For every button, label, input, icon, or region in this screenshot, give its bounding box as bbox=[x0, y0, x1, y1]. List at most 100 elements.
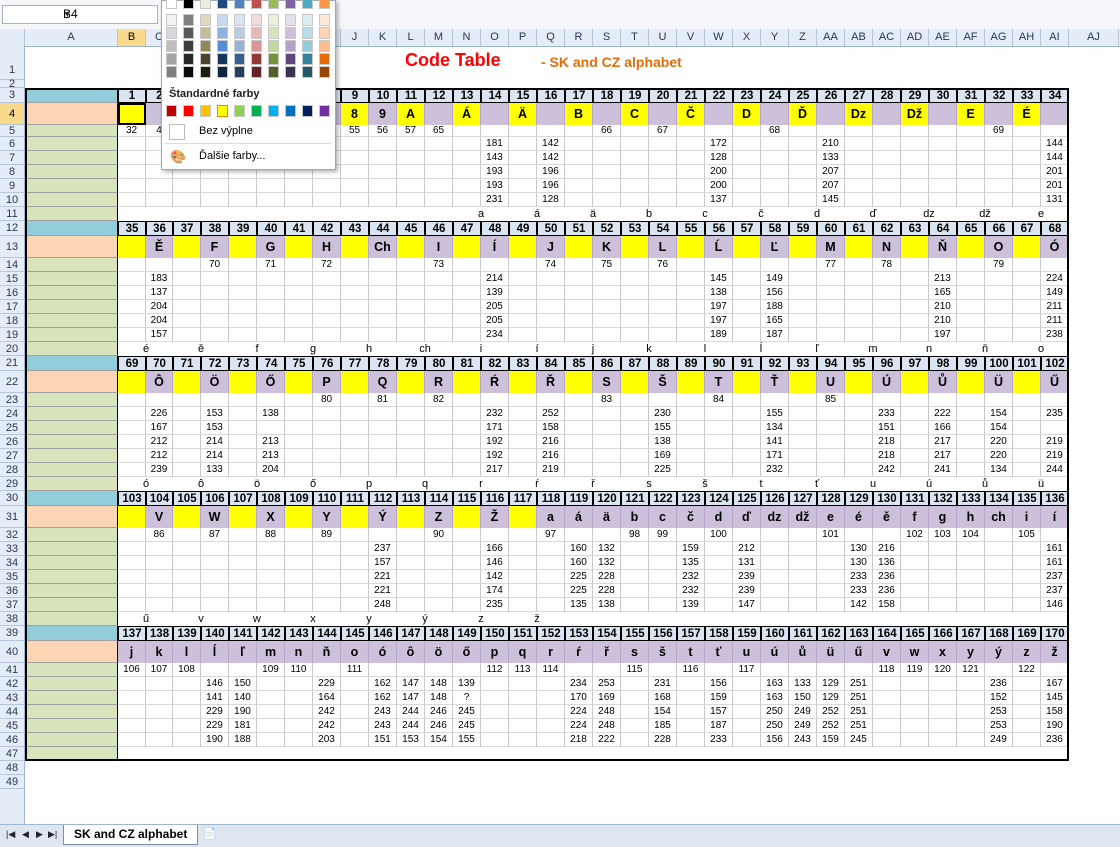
next-sheet-icon[interactable]: ▶ bbox=[36, 829, 43, 840]
fill-color-palette[interactable]: Štandardné farby Bez výplne 🎨 Ďalšie far… bbox=[161, 0, 336, 170]
theme-color-swatch[interactable] bbox=[183, 14, 194, 26]
row-header[interactable]: 8 bbox=[0, 165, 24, 179]
row-header[interactable]: 25 bbox=[0, 421, 24, 435]
theme-color-swatch[interactable] bbox=[319, 53, 330, 65]
theme-color-swatch[interactable] bbox=[200, 66, 211, 78]
column-header[interactable]: O bbox=[481, 29, 509, 46]
row-header[interactable]: 38 bbox=[0, 612, 24, 626]
row-header[interactable]: 3 bbox=[0, 88, 24, 103]
theme-color-swatch[interactable] bbox=[234, 14, 245, 26]
standard-color-swatch[interactable] bbox=[217, 105, 228, 117]
theme-color-swatch[interactable] bbox=[166, 27, 177, 39]
theme-color-swatch[interactable] bbox=[183, 66, 194, 78]
standard-color-swatch[interactable] bbox=[319, 105, 330, 117]
row-header[interactable]: 20 bbox=[0, 342, 24, 356]
column-header[interactable]: X bbox=[733, 29, 761, 46]
theme-color-swatch[interactable] bbox=[200, 53, 211, 65]
row-header[interactable]: 23 bbox=[0, 393, 24, 407]
theme-color-swatch[interactable] bbox=[319, 27, 330, 39]
row-header[interactable]: 19 bbox=[0, 328, 24, 342]
theme-color-swatch[interactable] bbox=[166, 40, 177, 52]
standard-color-swatch[interactable] bbox=[183, 105, 194, 117]
row-header[interactable]: 37 bbox=[0, 598, 24, 612]
row-header[interactable]: 21 bbox=[0, 356, 24, 371]
theme-color-swatch[interactable] bbox=[268, 0, 279, 9]
theme-color-swatch[interactable] bbox=[183, 0, 194, 9]
theme-color-swatch[interactable] bbox=[217, 66, 228, 78]
row-header[interactable]: 42 bbox=[0, 677, 24, 691]
first-sheet-icon[interactable]: |◀ bbox=[6, 829, 15, 840]
theme-color-swatch[interactable] bbox=[302, 27, 313, 39]
column-header[interactable]: AH bbox=[1013, 29, 1041, 46]
row-header[interactable]: 33 bbox=[0, 542, 24, 556]
column-header[interactable]: P bbox=[509, 29, 537, 46]
more-colors-option[interactable]: 🎨 Ďalšie farby... bbox=[165, 147, 331, 165]
row-header[interactable]: 41 bbox=[0, 663, 24, 677]
theme-color-swatch[interactable] bbox=[268, 66, 279, 78]
row-header[interactable]: 6 bbox=[0, 137, 24, 151]
row-header[interactable]: 29 bbox=[0, 477, 24, 491]
standard-color-swatch[interactable] bbox=[166, 105, 177, 117]
row-header[interactable]: 39 bbox=[0, 626, 24, 641]
theme-color-swatch[interactable] bbox=[319, 66, 330, 78]
theme-color-swatch[interactable] bbox=[200, 14, 211, 26]
column-header[interactable]: AF bbox=[957, 29, 985, 46]
theme-color-swatch[interactable] bbox=[251, 66, 262, 78]
column-header[interactable]: AJ bbox=[1069, 29, 1119, 46]
insert-sheet-icon[interactable]: 📄 bbox=[203, 827, 217, 840]
theme-color-swatch[interactable] bbox=[285, 14, 296, 26]
chevron-down-icon[interactable]: ▼ bbox=[63, 6, 154, 23]
column-header[interactable]: AA bbox=[817, 29, 845, 46]
column-header[interactable]: N bbox=[453, 29, 481, 46]
column-header[interactable]: K bbox=[369, 29, 397, 46]
standard-color-swatch[interactable] bbox=[285, 105, 296, 117]
standard-color-swatch[interactable] bbox=[251, 105, 262, 117]
row-header[interactable]: 18 bbox=[0, 314, 24, 328]
theme-color-swatch[interactable] bbox=[319, 0, 330, 9]
theme-color-swatch[interactable] bbox=[268, 40, 279, 52]
row-header[interactable]: 44 bbox=[0, 705, 24, 719]
row-header[interactable]: 1 bbox=[0, 46, 24, 80]
theme-color-swatch[interactable] bbox=[166, 0, 177, 9]
row-header[interactable]: 32 bbox=[0, 528, 24, 542]
theme-color-swatch[interactable] bbox=[302, 14, 313, 26]
column-header[interactable]: W bbox=[705, 29, 733, 46]
row-header[interactable]: 7 bbox=[0, 151, 24, 165]
column-header[interactable]: J bbox=[341, 29, 369, 46]
row-header[interactable]: 2 bbox=[0, 79, 24, 90]
row-header[interactable]: 27 bbox=[0, 449, 24, 463]
prev-sheet-icon[interactable]: ◀ bbox=[22, 829, 29, 840]
row-header[interactable]: 11 bbox=[0, 207, 24, 221]
theme-color-swatch[interactable] bbox=[166, 14, 177, 26]
column-header[interactable]: M bbox=[425, 29, 453, 46]
row-header[interactable]: 12 bbox=[0, 221, 24, 236]
column-header[interactable]: L bbox=[397, 29, 425, 46]
row-header[interactable]: 5 bbox=[0, 125, 24, 137]
row-header[interactable]: 30 bbox=[0, 491, 24, 506]
theme-color-swatch[interactable] bbox=[268, 14, 279, 26]
theme-color-swatch[interactable] bbox=[234, 0, 245, 9]
theme-color-swatch[interactable] bbox=[234, 66, 245, 78]
column-header[interactable]: AB bbox=[845, 29, 873, 46]
theme-color-swatch[interactable] bbox=[251, 14, 262, 26]
column-header[interactable]: S bbox=[593, 29, 621, 46]
theme-color-swatch[interactable] bbox=[302, 40, 313, 52]
column-header[interactable]: V bbox=[677, 29, 705, 46]
theme-color-swatch[interactable] bbox=[183, 40, 194, 52]
column-header[interactable]: AD bbox=[901, 29, 929, 46]
theme-color-swatch[interactable] bbox=[217, 53, 228, 65]
theme-color-swatch[interactable] bbox=[285, 66, 296, 78]
theme-color-swatch[interactable] bbox=[200, 27, 211, 39]
theme-color-swatch[interactable] bbox=[217, 0, 228, 9]
row-header[interactable]: 9 bbox=[0, 179, 24, 193]
column-header[interactable]: R bbox=[565, 29, 593, 46]
theme-color-swatch[interactable] bbox=[285, 0, 296, 9]
name-box[interactable]: B4 ▼ bbox=[2, 5, 158, 24]
theme-color-swatch[interactable] bbox=[302, 66, 313, 78]
column-header[interactable]: AC bbox=[873, 29, 901, 46]
row-header[interactable]: 31 bbox=[0, 506, 24, 528]
theme-color-swatch[interactable] bbox=[251, 27, 262, 39]
row-header[interactable]: 17 bbox=[0, 300, 24, 314]
theme-color-swatch[interactable] bbox=[217, 40, 228, 52]
column-header[interactable]: Q bbox=[537, 29, 565, 46]
